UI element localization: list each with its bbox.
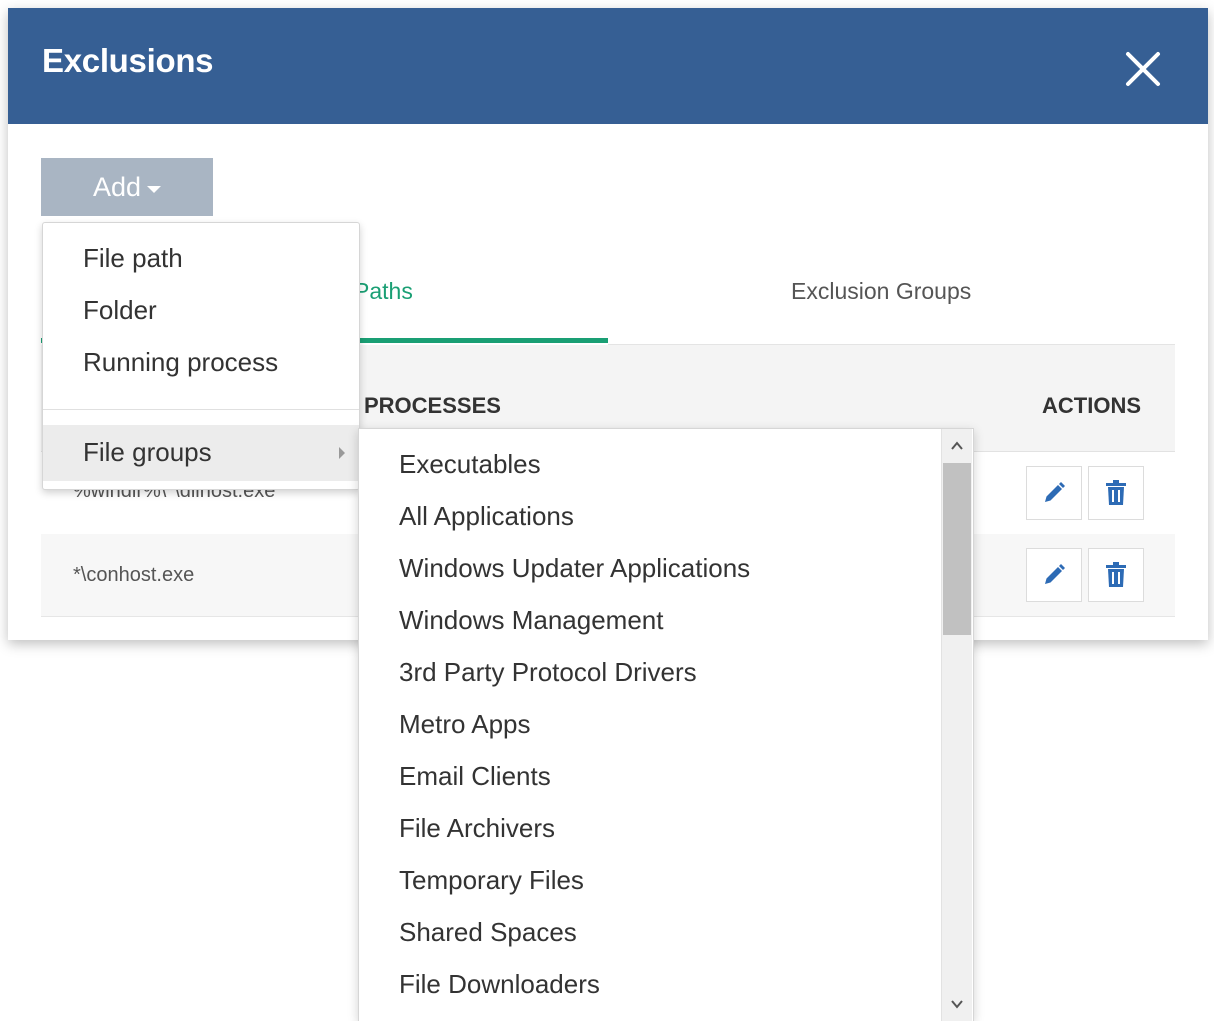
dialog-title: Exclusions <box>42 42 214 79</box>
menu-item-file-groups[interactable]: File groups <box>43 425 359 481</box>
tab-exclusion-groups-label: Exclusion Groups <box>791 278 972 304</box>
trash-icon <box>1106 562 1126 587</box>
scrollbar-thumb[interactable] <box>943 463 971 635</box>
edit-button[interactable] <box>1026 548 1082 602</box>
submenu-item-file-downloaders[interactable]: File Downloaders <box>399 969 600 1000</box>
add-button-label: Add <box>92 171 142 202</box>
tab-exclusion-groups[interactable]: Exclusion Groups <box>791 278 971 305</box>
submenu-item-file-archivers[interactable]: File Archivers <box>399 813 555 844</box>
submenu-item-3rd-party-protocol-drivers[interactable]: 3rd Party Protocol Drivers <box>399 657 697 688</box>
menu-item-running-process[interactable]: Running process <box>83 347 278 378</box>
submenu-item-shared-spaces[interactable]: Shared Spaces <box>399 917 577 948</box>
submenu-item-metro-apps[interactable]: Metro Apps <box>399 709 531 740</box>
submenu-item-windows-management[interactable]: Windows Management <box>399 605 663 636</box>
menu-divider <box>43 409 359 410</box>
close-button[interactable] <box>1120 46 1166 92</box>
file-groups-submenu: Executables All Applications Windows Upd… <box>358 428 974 1021</box>
dialog-header: Exclusions <box>8 8 1208 124</box>
row-path: *\conhost.exe <box>73 564 195 586</box>
close-icon <box>1126 52 1160 86</box>
delete-button[interactable] <box>1088 466 1144 520</box>
add-dropdown-menu: File path Folder Running process File gr… <box>42 222 360 490</box>
edit-button[interactable] <box>1026 466 1082 520</box>
add-button[interactable]: Add <box>41 158 213 216</box>
submenu-scrollbar[interactable] <box>941 429 972 1021</box>
pencil-icon <box>1045 482 1065 502</box>
delete-button[interactable] <box>1088 548 1144 602</box>
menu-item-file-groups-label: File groups <box>83 437 212 467</box>
chevron-down-icon[interactable] <box>950 997 964 1011</box>
caret-down-icon <box>147 185 162 193</box>
chevron-right-icon <box>339 447 345 459</box>
chevron-up-icon[interactable] <box>950 439 964 453</box>
submenu-item-all-applications[interactable]: All Applications <box>399 501 574 532</box>
submenu-item-email-clients[interactable]: Email Clients <box>399 761 551 792</box>
submenu-item-windows-updater-applications[interactable]: Windows Updater Applications <box>399 553 750 584</box>
menu-item-folder[interactable]: Folder <box>83 295 157 326</box>
menu-item-file-path[interactable]: File path <box>83 243 183 274</box>
submenu-item-temporary-files[interactable]: Temporary Files <box>399 865 584 896</box>
column-header-actions: ACTIONS <box>1042 393 1141 418</box>
tab-paths-label: Paths <box>354 278 413 304</box>
column-header-processes: PROCESSES <box>364 393 501 418</box>
submenu-item-executables[interactable]: Executables <box>399 449 541 480</box>
trash-icon <box>1106 480 1126 505</box>
pencil-icon <box>1045 564 1065 584</box>
